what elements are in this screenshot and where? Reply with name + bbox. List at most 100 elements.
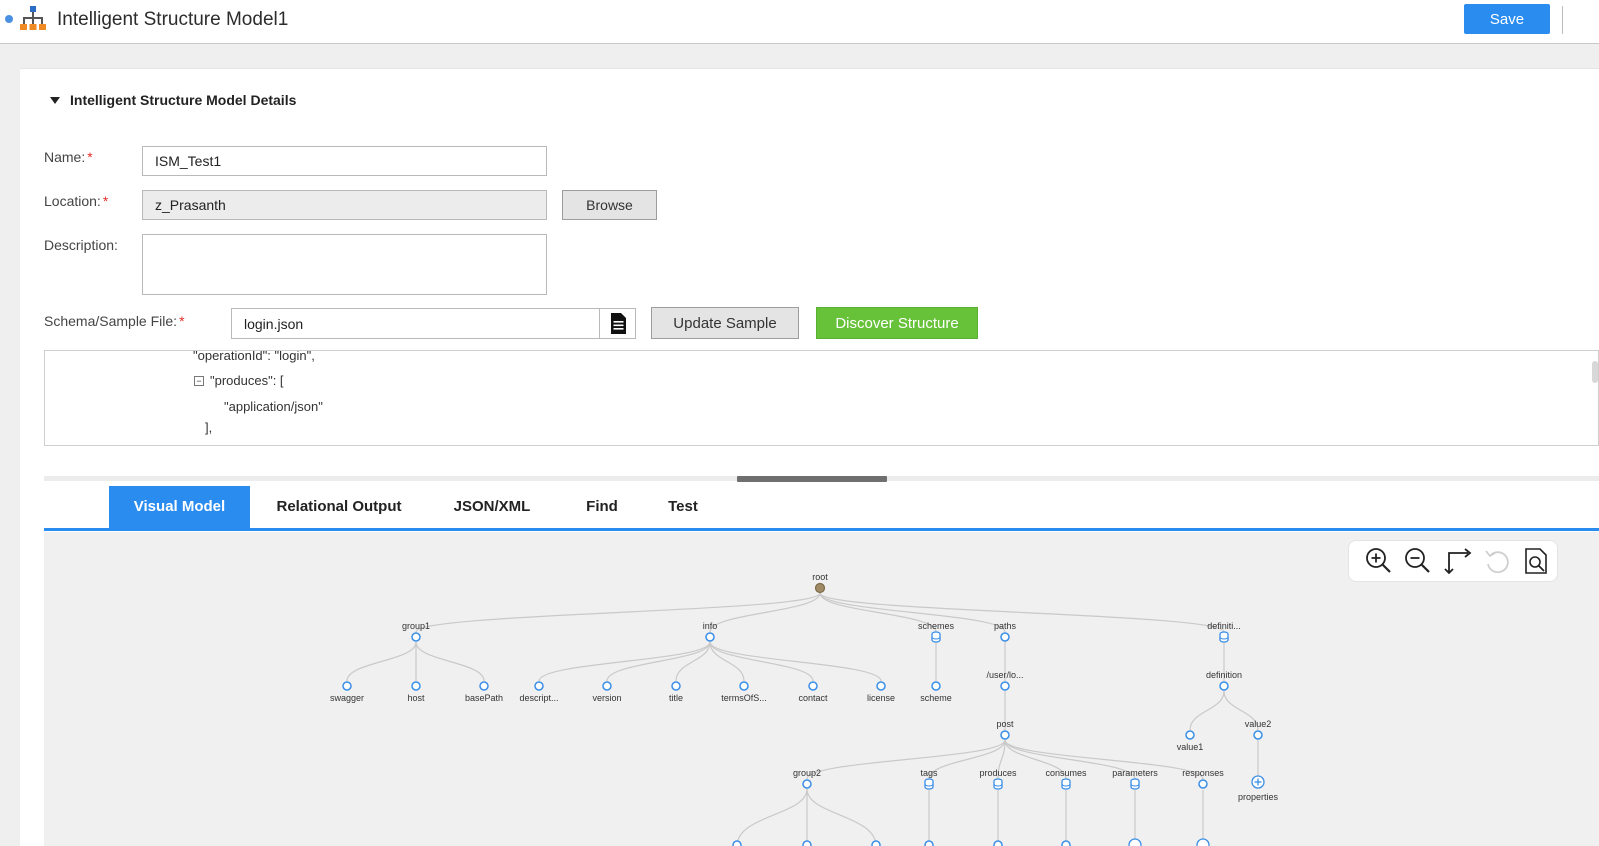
required-marker: *: [179, 313, 185, 329]
tab-json-xml[interactable]: JSON/XML: [439, 486, 545, 528]
code-line: "application/json": [224, 399, 323, 414]
hierarchy-icon: [20, 6, 46, 30]
tree-node-consumes[interactable]: consumes: [1045, 768, 1087, 790]
tree-node-label: root: [812, 572, 828, 582]
browse-button[interactable]: Browse: [562, 190, 657, 220]
tree-node-parameters[interactable]: parameters: [1112, 768, 1158, 790]
required-marker: *: [102, 193, 109, 209]
update-sample-button[interactable]: Update Sample: [651, 307, 799, 339]
tree-node-properties[interactable]: properties: [1238, 775, 1279, 802]
splitter-handle[interactable]: [737, 476, 887, 482]
tree-node-label: descript...: [519, 693, 558, 703]
tree-node-partial[interactable]: [802, 840, 812, 846]
tree-node-definitions[interactable]: definiti...: [1207, 621, 1241, 643]
layout-direction-icon[interactable]: [1442, 545, 1474, 577]
tree-edge: [415, 592, 821, 633]
tree-node-label: group2: [793, 768, 821, 778]
tree-edge: [346, 641, 417, 682]
tree-node-label: version: [592, 693, 621, 703]
description-label: Description:: [44, 237, 118, 253]
tree-node-produces[interactable]: produces: [979, 768, 1017, 790]
tab-test[interactable]: Test: [656, 486, 710, 528]
tree-node-label: paths: [994, 621, 1017, 631]
tree-node-label: title: [669, 693, 683, 703]
save-button[interactable]: Save: [1464, 4, 1550, 34]
discover-structure-button[interactable]: Discover Structure: [816, 307, 978, 339]
tree-node-label: post: [996, 719, 1014, 729]
tree-node-label: contact: [798, 693, 828, 703]
required-marker: *: [87, 149, 93, 165]
tree-node-label: produces: [979, 768, 1017, 778]
tree-node-partial[interactable]: [993, 840, 1003, 846]
expand-node-icon[interactable]: [1196, 838, 1210, 846]
top-gutter: [0, 44, 1599, 68]
tree-edge: [538, 641, 711, 682]
tree-edge: [806, 788, 877, 846]
collapse-triangle-icon[interactable]: [50, 97, 60, 104]
tree-node-label: /user/lo...: [986, 670, 1023, 680]
tree-node-value1[interactable]: value1: [1177, 730, 1204, 752]
tab-relational-output[interactable]: Relational Output: [264, 486, 414, 528]
tree-node-label: host: [407, 693, 425, 703]
zoom-out-icon[interactable]: [1402, 545, 1434, 577]
tree-node-description[interactable]: descript...: [519, 681, 559, 703]
tree-node-label: value2: [1245, 719, 1272, 729]
tree-node-label: group1: [402, 621, 430, 631]
tree-node-tags[interactable]: tags: [920, 768, 938, 790]
file-picker-button[interactable]: [599, 308, 636, 339]
tree-node-version[interactable]: version: [592, 681, 622, 703]
tree-node-label: responses: [1182, 768, 1224, 778]
tree-node-license[interactable]: license: [867, 681, 895, 703]
tree-node-terms[interactable]: termsOfS...: [721, 681, 767, 703]
tab-find[interactable]: Find: [574, 486, 630, 528]
tree-node-scheme[interactable]: scheme: [920, 681, 952, 703]
tree-node-partial[interactable]: [871, 840, 881, 846]
tree-edge: [1189, 690, 1225, 731]
schema-label-text: Schema/Sample File:: [44, 313, 178, 329]
name-label-text: Name:: [44, 149, 86, 165]
header-divider: [1562, 6, 1563, 34]
tree-node-swagger[interactable]: swagger: [330, 681, 364, 703]
scrollbar-thumb[interactable]: [1592, 361, 1598, 383]
tree-edge: [415, 641, 485, 682]
tree-node-partial[interactable]: [1061, 840, 1071, 846]
location-label-text: Location:: [44, 193, 101, 209]
tree-node-title[interactable]: title: [669, 681, 683, 703]
tree-node-label: swagger: [330, 693, 364, 703]
name-input[interactable]: [142, 146, 547, 176]
tree-node-label: tags: [920, 768, 938, 778]
description-textarea[interactable]: [142, 234, 547, 295]
tree-node-label: properties: [1238, 792, 1279, 802]
zoom-in-icon[interactable]: [1363, 545, 1395, 577]
tree-edge: [806, 739, 1006, 780]
status-dot: [5, 15, 13, 23]
expand-node-icon[interactable]: [1128, 838, 1142, 846]
tree-node-contact[interactable]: contact: [798, 681, 828, 703]
tree-node-label: scheme: [920, 693, 952, 703]
tree-node-partial[interactable]: [924, 840, 934, 846]
tree-node-label: definition: [1206, 670, 1242, 680]
tree-node-basePath[interactable]: basePath: [465, 681, 503, 703]
tree-node-schemes[interactable]: schemes: [918, 621, 955, 643]
code-line: "operationId": "login",: [193, 350, 315, 363]
app-header: Intelligent Structure Model1 Save: [0, 0, 1599, 44]
location-input: [142, 190, 547, 220]
section-title[interactable]: Intelligent Structure Model Details: [70, 92, 296, 108]
left-gutter: [0, 44, 20, 846]
collapse-node-icon[interactable]: −: [194, 376, 204, 386]
tree-node-host[interactable]: host: [407, 681, 425, 703]
tab-visual-model[interactable]: Visual Model: [109, 486, 250, 528]
tree-node-label: license: [867, 693, 895, 703]
document-icon: [611, 313, 626, 334]
fit-to-view-icon[interactable]: [1520, 545, 1552, 577]
location-label: Location: *: [44, 193, 108, 209]
tree-node-label: value1: [1177, 742, 1204, 752]
schema-label: Schema/Sample File: *: [44, 313, 185, 329]
tree-node-label: schemes: [918, 621, 955, 631]
tree-node-partial[interactable]: [732, 840, 742, 846]
tree-edge: [736, 788, 808, 846]
tree-node-root[interactable]: root: [812, 572, 828, 594]
sample-preview-panel[interactable]: "operationId": "login", − "produces": [ …: [44, 350, 1599, 446]
undo-icon[interactable]: [1481, 545, 1513, 577]
schema-file-input[interactable]: [231, 308, 600, 339]
